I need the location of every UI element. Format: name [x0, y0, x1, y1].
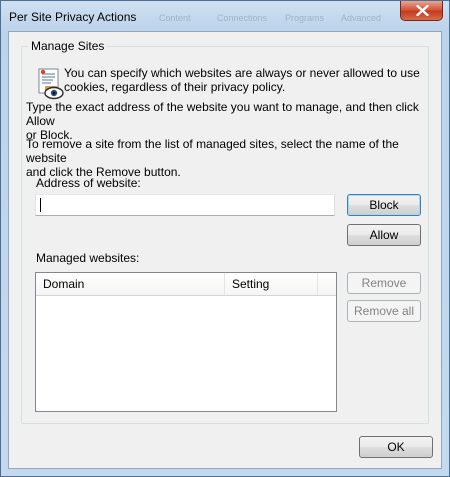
intro-line-1: You can specify which websites are alway… [64, 66, 420, 80]
column-divider[interactable] [317, 273, 318, 295]
remove-instruction-line-1: To remove a site from the list of manage… [26, 137, 399, 165]
address-input[interactable] [35, 194, 335, 216]
allow-button[interactable]: Allow [347, 224, 421, 246]
dialog-window: Per Site Privacy Actions Content Connect… [0, 0, 450, 477]
column-header-setting[interactable]: Setting [225, 273, 317, 295]
ok-button[interactable]: OK [359, 436, 433, 458]
privacy-report-icon [38, 68, 64, 100]
instruction-text: Type the exact address of the website yo… [26, 100, 428, 142]
instruction-line-1: Type the exact address of the website yo… [26, 100, 419, 128]
remove-button[interactable]: Remove [347, 272, 421, 294]
intro-text: You can specify which websites are alway… [64, 66, 420, 94]
background-tab-advanced: Advanced [341, 13, 382, 23]
managed-websites-label: Managed websites: [36, 251, 140, 265]
title-bar[interactable]: Per Site Privacy Actions Content Connect… [1, 1, 449, 31]
window-title: Per Site Privacy Actions [9, 10, 137, 24]
intro-line-2: cookies, regardless of their privacy pol… [64, 80, 286, 94]
address-label: Address of website: [36, 176, 141, 190]
column-header-domain[interactable]: Domain [36, 273, 224, 295]
remove-all-button[interactable]: Remove all [347, 300, 421, 322]
background-tab-connections: Connections [217, 13, 268, 23]
dialog-body: Manage Sites You can specify which websi… [8, 31, 442, 469]
managed-websites-list[interactable]: Domain Setting [35, 272, 337, 412]
list-header: Domain Setting [36, 273, 336, 296]
text-caret [40, 198, 41, 212]
remove-instruction-text: To remove a site from the list of manage… [26, 137, 428, 179]
block-button[interactable]: Block [347, 194, 421, 216]
background-tab-programs: Programs [285, 13, 325, 23]
background-tab-content: Content [159, 13, 191, 23]
close-button[interactable] [400, 1, 443, 21]
group-label: Manage Sites [28, 39, 108, 53]
close-icon [416, 5, 429, 16]
